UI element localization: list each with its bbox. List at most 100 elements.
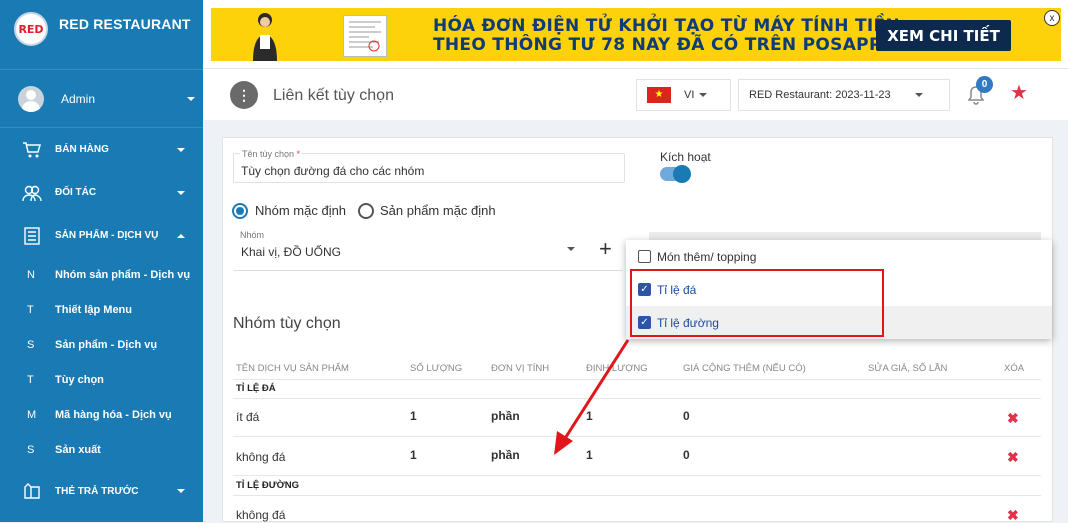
notification-badge: 0 — [976, 76, 993, 93]
active-toggle[interactable] — [660, 165, 691, 183]
user-name: Admin — [61, 91, 96, 106]
store-value: RED Restaurant: 2023-11-23 — [749, 89, 891, 101]
chevron-down-icon — [187, 96, 195, 101]
row-unit: phần — [491, 409, 520, 423]
avatar — [18, 85, 44, 112]
sidebar-item-sku[interactable]: M Mã hàng hóa - Dịch vụ — [0, 397, 203, 432]
chevron-up-icon — [177, 233, 185, 238]
col-header-extra-price: GIÁ CỘNG THÊM (NẾU CÓ) — [683, 363, 806, 374]
store-select[interactable]: RED Restaurant: 2023-11-23 — [738, 79, 950, 111]
chevron-down-icon — [177, 147, 185, 152]
col-header-unit: ĐƠN VỊ TÍNH — [491, 363, 550, 374]
sidebar-item-products[interactable]: S Sản phẩm - Dịch vụ — [0, 327, 203, 362]
delete-icon[interactable]: ✖ — [1007, 450, 1019, 464]
col-header-name: TÊN DỊCH VỤ SẢN PHẨM — [236, 363, 349, 374]
brand: RED RED RESTAURANT — [0, 0, 203, 70]
col-header-qty: SỐ LƯỢNG — [410, 363, 463, 374]
item-letter: S — [27, 443, 35, 456]
row-name: không đá — [236, 508, 286, 522]
delete-icon[interactable]: ✖ — [1007, 508, 1019, 522]
row-price: 0 — [683, 409, 690, 423]
item-label: Nhóm sản phẩm - Dịch vụ — [55, 268, 191, 281]
more-menu-icon[interactable]: ⋮ — [230, 81, 258, 109]
chevron-down-icon — [177, 190, 185, 195]
page-title: Liên kết tùy chọn — [273, 87, 394, 104]
radio-product-default-label: Sản phẩm mặc định — [380, 203, 496, 218]
banner-line-1: HÓA ĐƠN ĐIỆN TỬ KHỞI TẠO TỪ MÁY TÍNH TIỀ… — [433, 16, 900, 36]
item-label: Mã hàng hóa - Dịch vụ — [55, 408, 172, 421]
chevron-down-icon — [177, 489, 185, 493]
dropdown-item-label: Món thêm/ topping — [657, 249, 757, 264]
col-header-delete: XÓA — [1004, 363, 1025, 374]
view-details-button[interactable]: XEM CHI TIẾT — [876, 20, 1011, 51]
option-name-value: Tùy chọn đường đá cho các nhóm — [241, 164, 425, 178]
user-menu[interactable]: Admin — [0, 70, 203, 128]
row-qty: 1 — [410, 448, 417, 462]
nav-section-prepaid-card[interactable]: THẺ TRẢ TRƯỚC — [0, 467, 203, 515]
banner-text: HÓA ĐƠN ĐIỆN TỬ KHỞI TẠO TỪ MÁY TÍNH TIỀ… — [433, 17, 900, 55]
row-amount: 1 — [586, 448, 593, 462]
sidebar-item-product-groups[interactable]: N Nhóm sản phẩm - Dịch vụ — [0, 257, 203, 292]
item-label: Tùy chọn — [55, 373, 104, 386]
group-title-ice: TỈ LỆ ĐÁ — [236, 383, 276, 394]
row-name: không đá — [236, 450, 286, 464]
item-letter: T — [27, 373, 34, 386]
chevron-down-icon — [699, 93, 708, 97]
products-icon — [22, 226, 42, 245]
nav-section-label: THẺ TRẢ TRƯỚC — [55, 485, 139, 497]
row-unit: phần — [491, 448, 520, 462]
nav-section-label: BÁN HÀNG — [55, 144, 109, 155]
nav-section-sales[interactable]: BÁN HÀNG — [0, 128, 203, 171]
radio-group-default[interactable] — [232, 203, 248, 219]
item-label: Sản xuất — [55, 443, 101, 456]
nav-section-label: ĐỐI TÁC — [55, 187, 97, 198]
restaurant-logo[interactable]: RED — [14, 12, 48, 46]
vietnam-flag-icon: ★ — [647, 87, 671, 103]
option-groups-title: Nhóm tùy chọn — [233, 315, 341, 332]
delete-icon[interactable]: ✖ — [1007, 411, 1019, 425]
brand-name: RED RESTAURANT — [59, 16, 191, 32]
banner-line-2: THEO THÔNG TƯ 78 NAY ĐÃ CÓ TRÊN POSAPP — [433, 35, 882, 55]
nav-section-products[interactable]: SẢN PHẨM - DỊCH VỤ — [0, 214, 203, 257]
star-icon[interactable]: ★ — [1010, 83, 1028, 103]
item-letter: N — [27, 268, 35, 281]
row-qty: 1 — [410, 409, 417, 423]
item-letter: M — [27, 408, 37, 421]
invoice-illustration — [343, 15, 387, 57]
col-header-amount: ĐỊNH LƯỢNG — [586, 363, 648, 374]
item-letter: S — [27, 338, 35, 351]
group-value: Khai vị, ĐỒ UỐNG — [241, 245, 342, 259]
radio-product-default[interactable] — [358, 203, 374, 219]
item-label: Thiết lập Menu — [55, 303, 132, 316]
item-letter: T — [27, 303, 34, 316]
sidebar: RED RED RESTAURANT Admin BÁN HÀNG ĐỐI TÁ… — [0, 0, 203, 522]
card-icon — [22, 482, 42, 500]
nav-section-label: SẢN PHẨM - DỊCH VỤ — [55, 230, 159, 241]
radio-group-default-label: Nhóm mặc định — [255, 203, 347, 218]
sidebar-item-menu-setup[interactable]: T Thiết lập Menu — [0, 292, 203, 327]
row-amount: 1 — [586, 409, 593, 423]
sidebar-item-options[interactable]: T Tùy chọn — [0, 362, 203, 397]
active-label: Kích hoạt — [660, 150, 711, 164]
language-code: VI — [684, 89, 695, 101]
row-price: 0 — [683, 448, 690, 462]
page-header: ⋮ Liên kết tùy chọn ★ VI RED Restaurant:… — [203, 68, 1068, 120]
group-title-sugar: TỈ LỆ ĐƯỜNG — [236, 480, 299, 491]
promo-banner[interactable]: HÓA ĐƠN ĐIỆN TỬ KHỞI TẠO TỪ MÁY TÍNH TIỀ… — [211, 8, 1061, 61]
row-name: ít đá — [236, 410, 260, 424]
partners-icon — [22, 184, 42, 202]
language-select[interactable]: ★ VI — [636, 79, 731, 111]
option-name-label: Tên tùy chọn * — [240, 149, 303, 159]
chevron-down-icon — [915, 93, 923, 97]
close-icon[interactable]: x — [1044, 10, 1060, 26]
sidebar-item-production[interactable]: S Sản xuất — [0, 432, 203, 467]
logo-text: RED — [18, 22, 44, 36]
chevron-down-icon[interactable] — [567, 247, 575, 251]
nav-section-partners[interactable]: ĐỐI TÁC — [0, 171, 203, 214]
add-group-button[interactable]: + — [599, 238, 612, 260]
col-header-edit-price: SỬA GIÁ, SỐ LẦN — [868, 363, 948, 374]
highlight-box — [630, 269, 884, 337]
item-label: Sản phẩm - Dịch vụ — [55, 338, 158, 351]
checkbox-unchecked[interactable] — [638, 250, 651, 263]
cashier-illustration — [253, 13, 277, 61]
